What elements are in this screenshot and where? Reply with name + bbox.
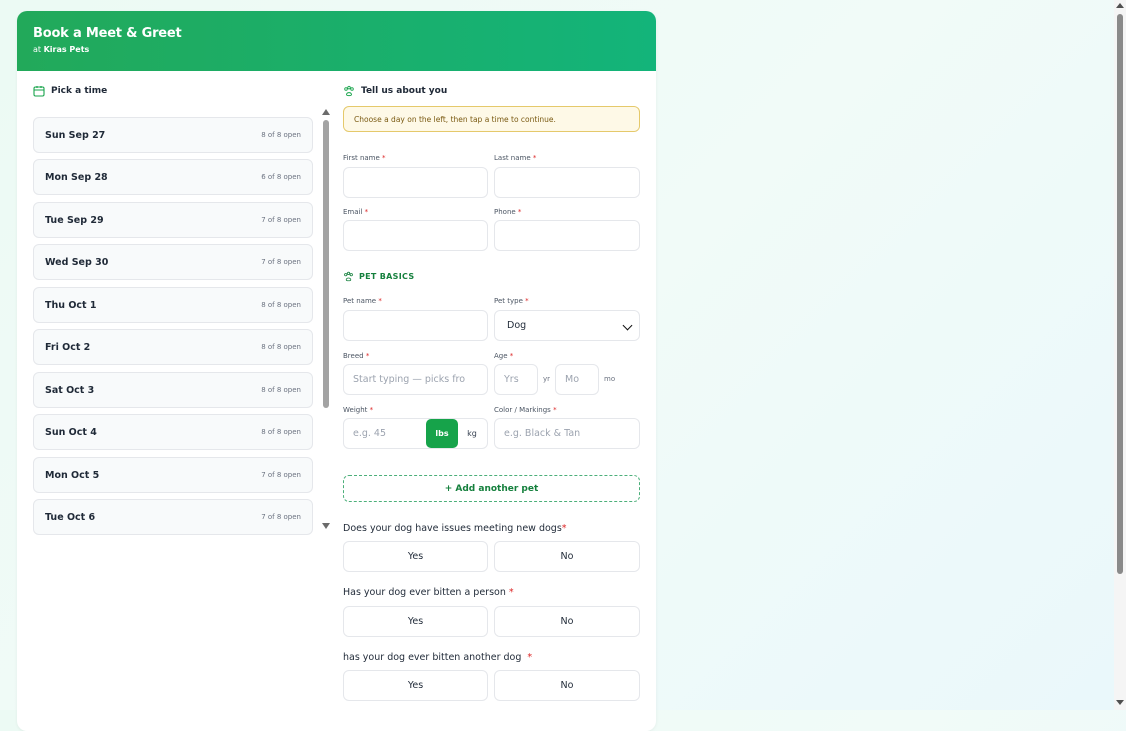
page-title: Book a Meet & Greet — [33, 26, 182, 41]
pet-name-label: Pet name * — [343, 297, 382, 305]
time-picker-column: Pick a time Sun Sep 27 8 of 8 open Mon Se… — [33, 84, 330, 535]
day-item[interactable]: Mon Sep 28 6 of 8 open — [33, 159, 313, 195]
scroll-thumb[interactable] — [323, 120, 329, 408]
first-name-label: First name * — [343, 154, 386, 162]
day-item[interactable]: Tue Sep 29 7 of 8 open — [33, 202, 313, 238]
age-months-unit: mo — [604, 375, 616, 383]
day-list[interactable]: Sun Sep 27 8 of 8 open Mon Sep 28 6 of 8 o… — [33, 106, 315, 536]
business-name: Kiras Pets — [43, 45, 90, 54]
calendar-icon — [33, 86, 45, 97]
scroll-up-arrow-icon[interactable] — [1116, 3, 1124, 8]
question-yes-button[interactable]: Yes — [343, 670, 488, 701]
card-header: Book a Meet & Greet at Kiras Pets — [17, 11, 656, 71]
age-years-input[interactable]: Yrs — [494, 364, 538, 395]
day-item[interactable]: Fri Oct 28 of 8 open — [33, 329, 313, 365]
booking-card: Book a Meet & Greet at Kiras Pets Pick a… — [17, 11, 656, 731]
pet-basics-heading: PET BASICS — [343, 271, 414, 282]
scroll-down-arrow-icon[interactable] — [1116, 700, 1124, 705]
question-yes-button[interactable]: Yes — [343, 541, 488, 572]
last-name-input[interactable] — [494, 167, 640, 198]
day-item[interactable]: Thu Oct 18 of 8 open — [33, 287, 313, 323]
page-scrollbar[interactable] — [1114, 0, 1126, 710]
email-input[interactable] — [343, 220, 488, 251]
pick-time-heading: Pick a time — [33, 84, 329, 98]
scroll-down-arrow-icon[interactable] — [322, 523, 330, 529]
weight-label: Weight * — [343, 406, 374, 414]
pet-name-input[interactable] — [343, 310, 488, 341]
details-column: Tell us about you Choose a day on the le… — [343, 84, 640, 701]
chevron-down-icon — [622, 320, 633, 331]
about-you-heading: Tell us about you — [343, 84, 640, 98]
question-no-button[interactable]: No — [494, 541, 640, 572]
day-item[interactable]: Mon Oct 57 of 8 open — [33, 457, 313, 493]
business-subtitle: at Kiras Pets — [33, 45, 90, 54]
question-no-button[interactable]: No — [494, 670, 640, 701]
breed-input[interactable]: Start typing — picks fro — [343, 364, 488, 395]
question-label: has your dog ever bitten another dog * — [343, 652, 533, 663]
day-list-scrollbar[interactable] — [321, 106, 331, 536]
breed-label: Breed * — [343, 352, 370, 360]
question-yes-button[interactable]: Yes — [343, 606, 488, 637]
email-label: Email * — [343, 208, 369, 216]
page-scroll-thumb[interactable] — [1117, 14, 1123, 574]
paw-icon — [344, 271, 353, 282]
day-item[interactable]: Sun Sep 27 8 of 8 open — [33, 117, 313, 153]
phone-label: Phone * — [494, 208, 522, 216]
day-item[interactable]: Tue Oct 67 of 8 open — [33, 499, 313, 535]
day-item[interactable]: Sat Oct 38 of 8 open — [33, 372, 313, 408]
pet-type-label: Pet type * — [494, 297, 529, 305]
age-months-input[interactable]: Mo — [555, 364, 599, 395]
color-input[interactable]: e.g. Black & Tan — [494, 418, 640, 449]
pet-type-select[interactable]: Dog — [494, 310, 640, 341]
question-label: Has your dog ever bitten a person * — [343, 587, 514, 598]
paw-icon — [344, 85, 354, 97]
age-years-unit: yr — [543, 375, 551, 383]
color-label: Color / Markings * — [494, 406, 557, 414]
instruction-notice: Choose a day on the left, then tap a tim… — [343, 106, 640, 132]
scroll-up-arrow-icon[interactable] — [322, 109, 330, 115]
question-label: Does your dog have issues meeting new do… — [343, 523, 567, 534]
phone-input[interactable] — [494, 220, 640, 251]
add-another-pet-button[interactable]: + Add another pet — [343, 475, 640, 502]
day-item[interactable]: Sun Oct 48 of 8 open — [33, 414, 313, 450]
age-label: Age * — [494, 352, 514, 360]
unit-kg-toggle[interactable]: kg — [459, 419, 485, 448]
question-no-button[interactable]: No — [494, 606, 640, 637]
day-item[interactable]: Wed Sep 30 7 of 8 open — [33, 244, 313, 280]
last-name-label: Last name * — [494, 154, 537, 162]
unit-lbs-toggle[interactable]: lbs — [426, 419, 458, 448]
first-name-input[interactable] — [343, 167, 488, 198]
